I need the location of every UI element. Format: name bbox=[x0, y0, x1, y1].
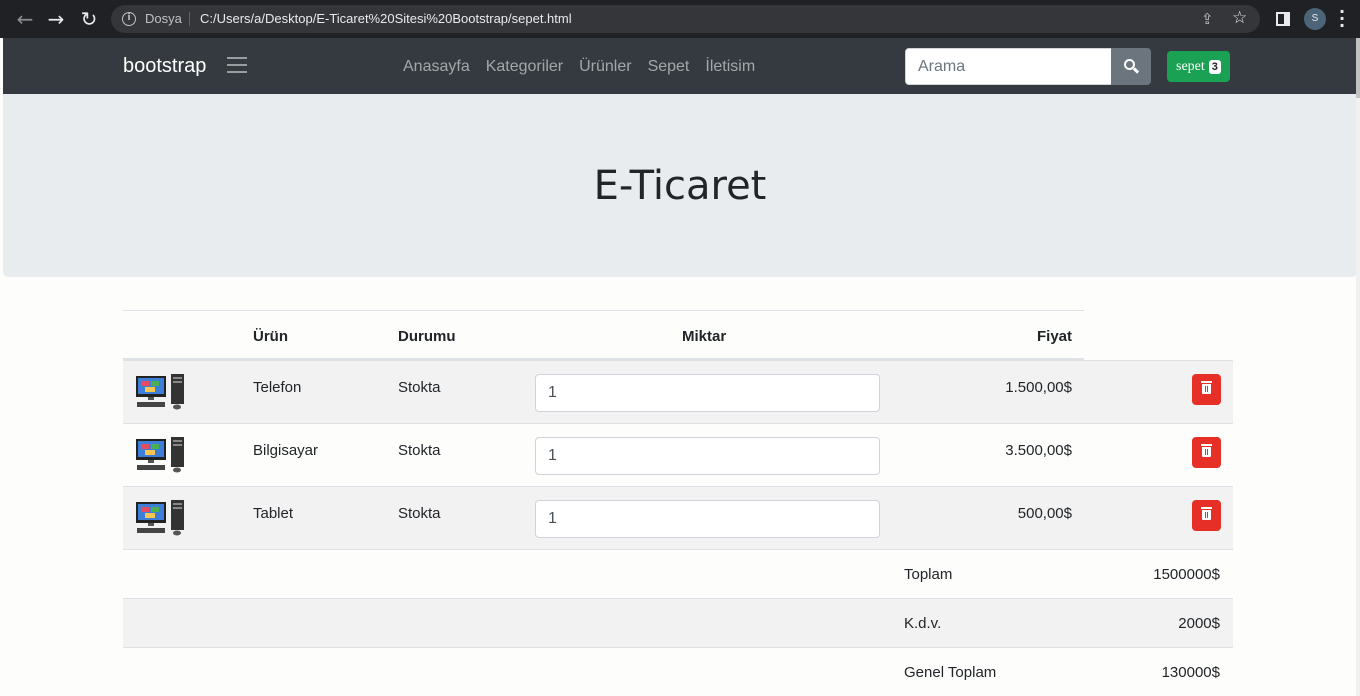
table-header: Ürün Durumu Miktar Fiyat bbox=[123, 310, 1084, 360]
navbar-brand[interactable]: bootstrap bbox=[123, 55, 206, 78]
summary-row-vat: K.d.v. 2000$ bbox=[123, 598, 1233, 647]
product-name: Tablet bbox=[253, 505, 294, 522]
browser-toolbar: ← → ↻ i Dosya C:/Users/a/Desktop/E-Ticar… bbox=[0, 0, 1360, 38]
header-quantity: Miktar bbox=[682, 328, 727, 345]
computer-icon bbox=[136, 437, 184, 473]
product-price: 3.500,00$ bbox=[1005, 442, 1072, 459]
scrollbar[interactable] bbox=[1356, 38, 1360, 696]
quantity-input[interactable] bbox=[535, 374, 880, 412]
nav-link-kategoriler[interactable]: Kategoriler bbox=[486, 58, 563, 76]
cart-count-badge: 3 bbox=[1208, 59, 1221, 74]
address-bar[interactable]: i Dosya C:/Users/a/Desktop/E-Ticaret%20S… bbox=[111, 5, 1260, 33]
url-text[interactable]: C:/Users/a/Desktop/E-Ticaret%20Sitesi%20… bbox=[200, 11, 572, 26]
product-status: Stokta bbox=[398, 379, 441, 396]
table-row: Bilgisayar Stokta 3.500,00$ bbox=[123, 423, 1233, 486]
reload-icon[interactable]: ↻ bbox=[78, 8, 100, 30]
jumbotron: E-Ticaret bbox=[3, 94, 1357, 277]
summary-value: 2000$ bbox=[1178, 615, 1220, 632]
forward-arrow-icon[interactable]: → bbox=[45, 8, 67, 30]
header-price: Fiyat bbox=[1036, 328, 1072, 345]
delete-button[interactable] bbox=[1192, 437, 1221, 468]
cart-label: sepet bbox=[1176, 58, 1205, 74]
more-menu-icon[interactable]: · · · bbox=[1337, 4, 1347, 34]
search-input[interactable] bbox=[905, 48, 1112, 85]
scrollbar-thumb[interactable] bbox=[1356, 38, 1360, 98]
nav-link-iletisim[interactable]: İletisim bbox=[705, 58, 755, 76]
summary-label: K.d.v. bbox=[904, 615, 942, 632]
summary-value: 1500000$ bbox=[1153, 566, 1220, 583]
header-status: Durumu bbox=[398, 328, 456, 345]
summary-value: 130000$ bbox=[1161, 664, 1220, 681]
product-price: 1.500,00$ bbox=[1005, 379, 1072, 396]
trash-icon bbox=[1201, 381, 1212, 394]
search-button[interactable] bbox=[1111, 48, 1151, 85]
back-arrow-icon[interactable]: ← bbox=[14, 8, 36, 30]
computer-icon bbox=[136, 374, 184, 410]
cart-button[interactable]: sepet 3 bbox=[1167, 51, 1230, 82]
delete-button[interactable] bbox=[1192, 374, 1221, 405]
product-price: 500,00$ bbox=[1017, 505, 1072, 522]
page-viewport: bootstrap Anasayfa Kategoriler Ürünler S… bbox=[0, 38, 1360, 696]
quantity-input[interactable] bbox=[535, 437, 880, 475]
trash-icon bbox=[1201, 444, 1212, 457]
product-status: Stokta bbox=[398, 505, 441, 522]
side-panel-icon[interactable] bbox=[1276, 12, 1290, 26]
nav-links: Anasayfa Kategoriler Ürünler Sepet İleti… bbox=[403, 58, 755, 76]
info-icon[interactable]: i bbox=[122, 12, 136, 26]
page-title: E-Ticaret bbox=[593, 163, 767, 209]
product-status: Stokta bbox=[398, 442, 441, 459]
table-row: Telefon Stokta 1.500,00$ bbox=[123, 360, 1233, 423]
security-label: Dosya bbox=[145, 11, 182, 26]
summary-row-total: Toplam 1500000$ bbox=[123, 549, 1233, 598]
share-icon[interactable]: ⇪ bbox=[1201, 10, 1214, 28]
search-icon-handle bbox=[1132, 67, 1140, 74]
computer-icon bbox=[136, 500, 184, 536]
delete-button[interactable] bbox=[1192, 500, 1221, 531]
navbar: bootstrap Anasayfa Kategoriler Ürünler S… bbox=[3, 38, 1357, 94]
nav-link-anasayfa[interactable]: Anasayfa bbox=[403, 58, 470, 76]
summary-row-grand-total: Genel Toplam 130000$ bbox=[123, 647, 1233, 696]
quantity-input[interactable] bbox=[535, 500, 880, 538]
table-row: Tablet Stokta 500,00$ bbox=[123, 486, 1233, 549]
trash-icon bbox=[1201, 507, 1212, 520]
summary-label: Toplam bbox=[904, 566, 953, 583]
summary-label: Genel Toplam bbox=[904, 664, 997, 681]
nav-link-urunler[interactable]: Ürünler bbox=[579, 58, 631, 76]
nav-link-sepet[interactable]: Sepet bbox=[648, 58, 690, 76]
bookmark-star-icon[interactable]: ☆ bbox=[1232, 8, 1247, 28]
profile-avatar[interactable]: S bbox=[1304, 8, 1326, 30]
header-product: Ürün bbox=[253, 328, 288, 345]
address-divider bbox=[189, 12, 190, 26]
hamburger-menu-icon[interactable] bbox=[227, 57, 247, 73]
product-name: Telefon bbox=[253, 379, 302, 396]
product-name: Bilgisayar bbox=[253, 442, 319, 459]
